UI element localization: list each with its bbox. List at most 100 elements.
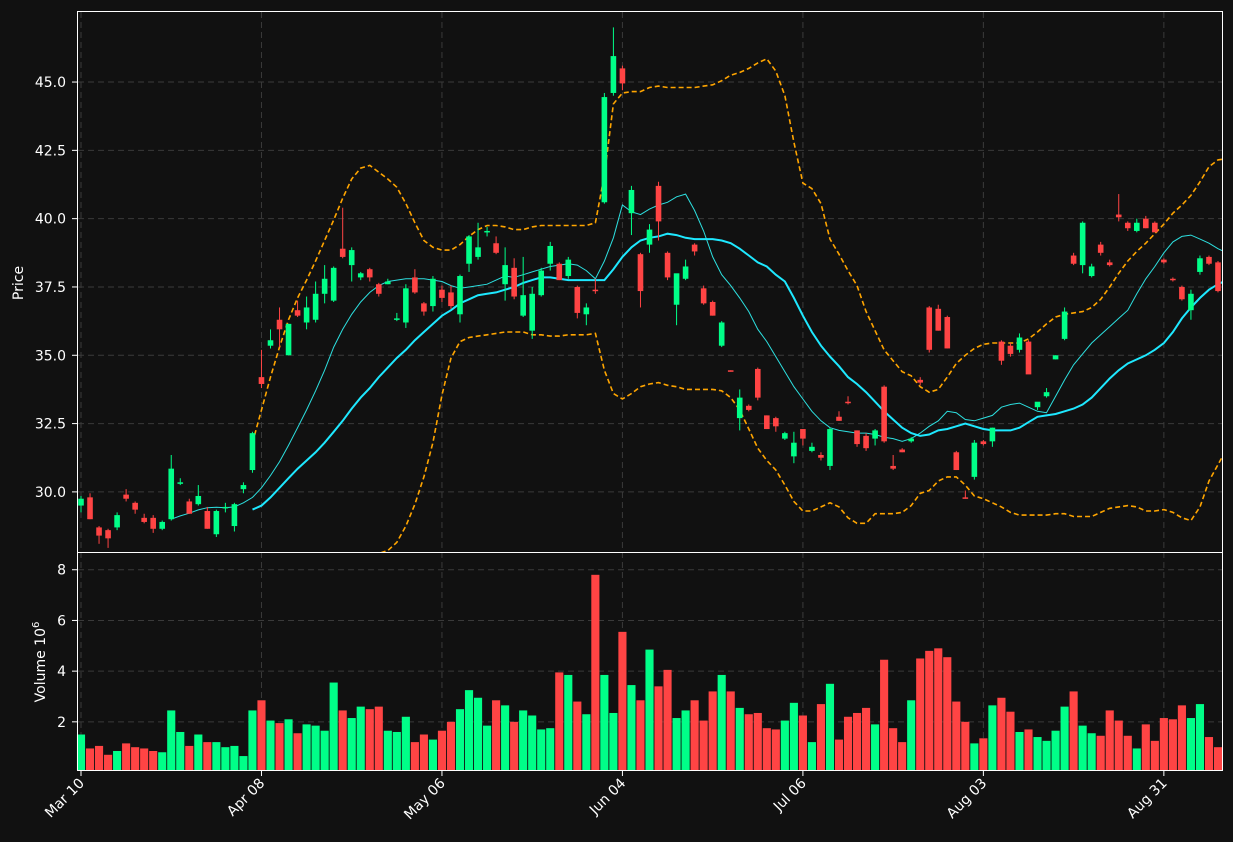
candle-body bbox=[87, 497, 93, 520]
candle-body bbox=[809, 446, 815, 451]
volume-bar bbox=[907, 700, 916, 770]
candle-body bbox=[448, 292, 454, 307]
volume-bar bbox=[1213, 747, 1223, 770]
volume-bar bbox=[85, 748, 95, 770]
volume-bar bbox=[618, 631, 627, 770]
candle-body bbox=[430, 278, 436, 307]
volume-bar bbox=[582, 714, 591, 770]
price-tick-label: 40.0 bbox=[35, 212, 66, 228]
volume-bar bbox=[428, 739, 437, 770]
volume-bar bbox=[970, 743, 979, 770]
candle-body bbox=[1079, 222, 1086, 266]
volume-bar bbox=[1105, 710, 1114, 770]
candle-body bbox=[989, 427, 996, 442]
volume-bar bbox=[1078, 725, 1087, 770]
volume-bar bbox=[501, 705, 510, 770]
candle-body bbox=[222, 506, 229, 509]
volume-bar bbox=[564, 674, 573, 770]
candle-body bbox=[800, 429, 806, 439]
candle-body bbox=[538, 270, 545, 296]
candle-body bbox=[475, 247, 481, 257]
candle-body bbox=[1206, 256, 1212, 264]
volume-bar bbox=[1024, 729, 1033, 770]
price-tick-label: 35.0 bbox=[35, 348, 66, 364]
candle-body bbox=[718, 322, 725, 346]
volume-bar bbox=[843, 716, 853, 770]
volume-bar bbox=[94, 745, 104, 770]
volume-bar bbox=[537, 729, 546, 770]
candle-body bbox=[727, 370, 734, 372]
candle-body bbox=[96, 527, 102, 536]
candle-body bbox=[556, 263, 563, 281]
volume-bar bbox=[979, 738, 988, 770]
volume-bar bbox=[446, 721, 456, 770]
candle-body bbox=[168, 468, 175, 520]
volume-bar bbox=[239, 756, 248, 770]
candle-body bbox=[1170, 278, 1176, 281]
candle-body bbox=[782, 433, 788, 439]
price-tick-label: 37.5 bbox=[35, 280, 66, 296]
candle-body bbox=[754, 368, 761, 398]
volume-tick-label: 4 bbox=[57, 664, 66, 680]
volume-bar bbox=[329, 682, 338, 770]
volume-bar bbox=[1114, 720, 1123, 770]
candle-body bbox=[385, 281, 391, 285]
volume-bar bbox=[735, 707, 744, 770]
candle-body bbox=[628, 189, 635, 214]
candle-body bbox=[854, 430, 860, 445]
volume-bar bbox=[401, 716, 410, 770]
candle-body bbox=[836, 416, 842, 421]
candle-body bbox=[1007, 345, 1014, 354]
candle-body bbox=[1115, 214, 1122, 218]
volume-bar bbox=[546, 728, 555, 770]
candle-body bbox=[791, 442, 797, 457]
candle-body bbox=[439, 289, 445, 298]
volume-bar bbox=[1015, 731, 1024, 770]
volume-bar bbox=[248, 710, 257, 770]
volume-bar bbox=[825, 683, 835, 770]
candle-body bbox=[682, 266, 689, 279]
volume-bar bbox=[149, 750, 158, 770]
candle-body bbox=[249, 433, 256, 471]
candle-body bbox=[1061, 311, 1068, 339]
candle-body bbox=[1025, 341, 1032, 375]
volume-bar bbox=[510, 721, 519, 770]
candle-body bbox=[926, 307, 933, 350]
volume-bar bbox=[961, 721, 970, 770]
candle-body bbox=[944, 317, 951, 349]
candle-body bbox=[935, 308, 942, 331]
candle-body bbox=[132, 502, 138, 510]
volume-bar bbox=[1123, 735, 1132, 770]
volume-bar bbox=[528, 715, 537, 770]
candle-body bbox=[691, 244, 698, 252]
volume-bar bbox=[1087, 733, 1096, 770]
candle-body bbox=[1052, 355, 1059, 360]
volume-bar bbox=[1060, 706, 1069, 770]
volume-bar bbox=[555, 672, 564, 770]
volume-axis-label-text: Volume 10 bbox=[33, 628, 49, 702]
stock-chart: 30.032.535.037.540.042.545.0 2468 Mar 10… bbox=[0, 0, 1233, 842]
volume-bar bbox=[672, 718, 681, 770]
volume-bar bbox=[717, 674, 726, 770]
volume-bar bbox=[473, 697, 483, 770]
volume-bar bbox=[699, 720, 708, 770]
candle-body bbox=[213, 511, 220, 535]
volume-bar bbox=[708, 691, 717, 770]
candle-body bbox=[240, 485, 247, 490]
candle-body bbox=[971, 442, 978, 477]
candle-body bbox=[186, 501, 193, 514]
volume-bar bbox=[266, 720, 275, 770]
candle-body bbox=[114, 515, 120, 528]
candle-body bbox=[610, 56, 617, 93]
price-axis-label: Price bbox=[11, 266, 27, 300]
candle-body bbox=[1034, 401, 1041, 408]
volume-bar bbox=[898, 742, 907, 770]
candle-body bbox=[294, 310, 301, 316]
volume-bar bbox=[374, 706, 383, 770]
volume-bar bbox=[591, 574, 600, 770]
candle-body bbox=[700, 288, 707, 304]
volume-bar bbox=[275, 723, 284, 770]
candle-body bbox=[412, 277, 418, 293]
volume-bar bbox=[320, 730, 329, 770]
candle-body bbox=[637, 254, 644, 292]
